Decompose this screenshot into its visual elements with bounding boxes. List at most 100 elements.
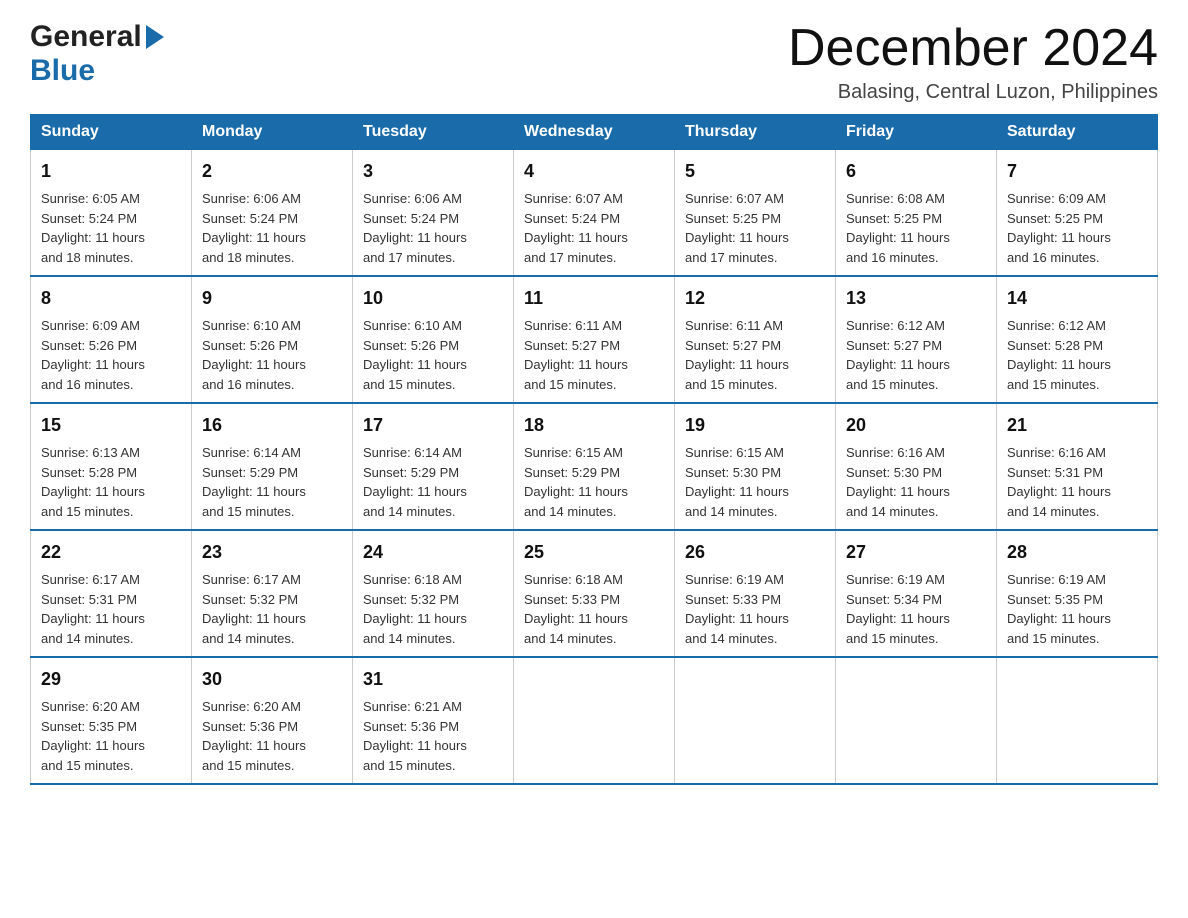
calendar-cell: 26 Sunrise: 6:19 AMSunset: 5:33 PMDaylig… <box>675 530 836 657</box>
calendar-cell: 13 Sunrise: 6:12 AMSunset: 5:27 PMDaylig… <box>836 276 997 403</box>
calendar-cell <box>514 657 675 784</box>
calendar-cell <box>836 657 997 784</box>
day-number: 5 <box>685 158 825 185</box>
calendar-cell: 9 Sunrise: 6:10 AMSunset: 5:26 PMDayligh… <box>192 276 353 403</box>
day-number: 17 <box>363 412 503 439</box>
calendar-cell: 18 Sunrise: 6:15 AMSunset: 5:29 PMDaylig… <box>514 403 675 530</box>
day-number: 18 <box>524 412 664 439</box>
day-info: Sunrise: 6:06 AMSunset: 5:24 PMDaylight:… <box>363 191 467 265</box>
day-number: 21 <box>1007 412 1147 439</box>
calendar-cell: 7 Sunrise: 6:09 AMSunset: 5:25 PMDayligh… <box>997 150 1158 277</box>
day-info: Sunrise: 6:18 AMSunset: 5:33 PMDaylight:… <box>524 572 628 646</box>
day-info: Sunrise: 6:07 AMSunset: 5:25 PMDaylight:… <box>685 191 789 265</box>
day-number: 29 <box>41 666 181 693</box>
calendar-cell: 24 Sunrise: 6:18 AMSunset: 5:32 PMDaylig… <box>353 530 514 657</box>
day-info: Sunrise: 6:16 AMSunset: 5:31 PMDaylight:… <box>1007 445 1111 519</box>
calendar-cell: 6 Sunrise: 6:08 AMSunset: 5:25 PMDayligh… <box>836 150 997 277</box>
calendar-cell: 8 Sunrise: 6:09 AMSunset: 5:26 PMDayligh… <box>31 276 192 403</box>
logo-arrow-icon <box>146 25 164 49</box>
calendar-day-header: Tuesday <box>353 115 514 150</box>
calendar-cell <box>675 657 836 784</box>
calendar-header-row: SundayMondayTuesdayWednesdayThursdayFrid… <box>31 115 1158 150</box>
day-info: Sunrise: 6:05 AMSunset: 5:24 PMDaylight:… <box>41 191 145 265</box>
day-number: 6 <box>846 158 986 185</box>
calendar-cell: 22 Sunrise: 6:17 AMSunset: 5:31 PMDaylig… <box>31 530 192 657</box>
day-number: 15 <box>41 412 181 439</box>
day-number: 13 <box>846 285 986 312</box>
calendar-cell: 14 Sunrise: 6:12 AMSunset: 5:28 PMDaylig… <box>997 276 1158 403</box>
calendar-cell: 31 Sunrise: 6:21 AMSunset: 5:36 PMDaylig… <box>353 657 514 784</box>
day-number: 12 <box>685 285 825 312</box>
day-number: 8 <box>41 285 181 312</box>
day-info: Sunrise: 6:17 AMSunset: 5:32 PMDaylight:… <box>202 572 306 646</box>
day-number: 31 <box>363 666 503 693</box>
day-info: Sunrise: 6:14 AMSunset: 5:29 PMDaylight:… <box>363 445 467 519</box>
calendar-cell: 29 Sunrise: 6:20 AMSunset: 5:35 PMDaylig… <box>31 657 192 784</box>
calendar-week-row: 22 Sunrise: 6:17 AMSunset: 5:31 PMDaylig… <box>31 530 1158 657</box>
calendar-cell: 25 Sunrise: 6:18 AMSunset: 5:33 PMDaylig… <box>514 530 675 657</box>
calendar-day-header: Friday <box>836 115 997 150</box>
day-info: Sunrise: 6:20 AMSunset: 5:36 PMDaylight:… <box>202 699 306 773</box>
day-info: Sunrise: 6:20 AMSunset: 5:35 PMDaylight:… <box>41 699 145 773</box>
calendar-cell: 10 Sunrise: 6:10 AMSunset: 5:26 PMDaylig… <box>353 276 514 403</box>
day-number: 16 <box>202 412 342 439</box>
day-number: 1 <box>41 158 181 185</box>
calendar-cell: 5 Sunrise: 6:07 AMSunset: 5:25 PMDayligh… <box>675 150 836 277</box>
day-number: 20 <box>846 412 986 439</box>
day-number: 7 <box>1007 158 1147 185</box>
month-title: December 2024 <box>788 20 1158 77</box>
calendar-cell: 30 Sunrise: 6:20 AMSunset: 5:36 PMDaylig… <box>192 657 353 784</box>
calendar-cell: 3 Sunrise: 6:06 AMSunset: 5:24 PMDayligh… <box>353 150 514 277</box>
calendar-cell: 2 Sunrise: 6:06 AMSunset: 5:24 PMDayligh… <box>192 150 353 277</box>
day-number: 11 <box>524 285 664 312</box>
day-info: Sunrise: 6:08 AMSunset: 5:25 PMDaylight:… <box>846 191 950 265</box>
day-number: 9 <box>202 285 342 312</box>
calendar-day-header: Saturday <box>997 115 1158 150</box>
day-info: Sunrise: 6:12 AMSunset: 5:28 PMDaylight:… <box>1007 318 1111 392</box>
day-info: Sunrise: 6:13 AMSunset: 5:28 PMDaylight:… <box>41 445 145 519</box>
day-info: Sunrise: 6:19 AMSunset: 5:33 PMDaylight:… <box>685 572 789 646</box>
day-number: 19 <box>685 412 825 439</box>
day-info: Sunrise: 6:15 AMSunset: 5:30 PMDaylight:… <box>685 445 789 519</box>
calendar-day-header: Sunday <box>31 115 192 150</box>
calendar-week-row: 1 Sunrise: 6:05 AMSunset: 5:24 PMDayligh… <box>31 150 1158 277</box>
calendar-cell: 11 Sunrise: 6:11 AMSunset: 5:27 PMDaylig… <box>514 276 675 403</box>
calendar-cell: 16 Sunrise: 6:14 AMSunset: 5:29 PMDaylig… <box>192 403 353 530</box>
calendar-week-row: 8 Sunrise: 6:09 AMSunset: 5:26 PMDayligh… <box>31 276 1158 403</box>
day-info: Sunrise: 6:11 AMSunset: 5:27 PMDaylight:… <box>685 318 789 392</box>
day-info: Sunrise: 6:11 AMSunset: 5:27 PMDaylight:… <box>524 318 628 392</box>
day-number: 23 <box>202 539 342 566</box>
day-number: 3 <box>363 158 503 185</box>
calendar-cell <box>997 657 1158 784</box>
day-info: Sunrise: 6:16 AMSunset: 5:30 PMDaylight:… <box>846 445 950 519</box>
logo: General Blue <box>30 20 164 88</box>
calendar-cell: 20 Sunrise: 6:16 AMSunset: 5:30 PMDaylig… <box>836 403 997 530</box>
day-number: 10 <box>363 285 503 312</box>
calendar-day-header: Wednesday <box>514 115 675 150</box>
day-info: Sunrise: 6:10 AMSunset: 5:26 PMDaylight:… <box>202 318 306 392</box>
day-number: 30 <box>202 666 342 693</box>
day-number: 24 <box>363 539 503 566</box>
calendar-day-header: Thursday <box>675 115 836 150</box>
calendar-cell: 27 Sunrise: 6:19 AMSunset: 5:34 PMDaylig… <box>836 530 997 657</box>
day-info: Sunrise: 6:07 AMSunset: 5:24 PMDaylight:… <box>524 191 628 265</box>
calendar-cell: 12 Sunrise: 6:11 AMSunset: 5:27 PMDaylig… <box>675 276 836 403</box>
day-number: 25 <box>524 539 664 566</box>
day-info: Sunrise: 6:19 AMSunset: 5:34 PMDaylight:… <box>846 572 950 646</box>
location-subtitle: Balasing, Central Luzon, Philippines <box>788 81 1158 104</box>
day-info: Sunrise: 6:17 AMSunset: 5:31 PMDaylight:… <box>41 572 145 646</box>
calendar-cell: 23 Sunrise: 6:17 AMSunset: 5:32 PMDaylig… <box>192 530 353 657</box>
calendar-week-row: 15 Sunrise: 6:13 AMSunset: 5:28 PMDaylig… <box>31 403 1158 530</box>
day-info: Sunrise: 6:21 AMSunset: 5:36 PMDaylight:… <box>363 699 467 773</box>
calendar-cell: 19 Sunrise: 6:15 AMSunset: 5:30 PMDaylig… <box>675 403 836 530</box>
logo-blue: Blue <box>30 54 95 87</box>
day-info: Sunrise: 6:19 AMSunset: 5:35 PMDaylight:… <box>1007 572 1111 646</box>
day-number: 27 <box>846 539 986 566</box>
calendar-cell: 28 Sunrise: 6:19 AMSunset: 5:35 PMDaylig… <box>997 530 1158 657</box>
calendar-day-header: Monday <box>192 115 353 150</box>
title-section: December 2024 Balasing, Central Luzon, P… <box>788 20 1158 104</box>
calendar-cell: 17 Sunrise: 6:14 AMSunset: 5:29 PMDaylig… <box>353 403 514 530</box>
day-number: 14 <box>1007 285 1147 312</box>
calendar-table: SundayMondayTuesdayWednesdayThursdayFrid… <box>30 114 1158 785</box>
day-info: Sunrise: 6:12 AMSunset: 5:27 PMDaylight:… <box>846 318 950 392</box>
